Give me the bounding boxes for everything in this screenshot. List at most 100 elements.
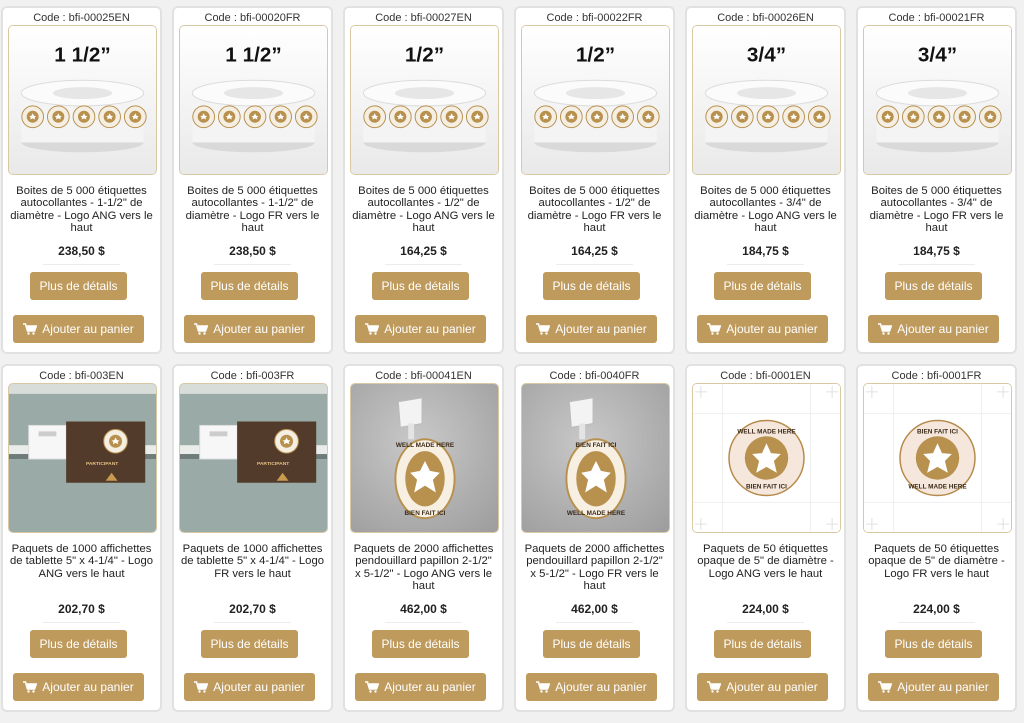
details-button[interactable]: Plus de détails — [30, 630, 127, 658]
product-code: Code : bfi-00020FR — [204, 12, 301, 24]
product-title[interactable]: Boites de 5 000 étiquettes autocollantes… — [9, 185, 154, 235]
product-code: Code : bfi-00026EN — [717, 12, 814, 24]
product-price: 224,00 $ — [742, 602, 789, 616]
product-price: 462,00 $ — [571, 602, 618, 616]
product-code: Code : bfi-00025EN — [33, 12, 130, 24]
add-to-cart-label: Ajouter au panier — [384, 680, 476, 694]
roll-size-label: 1/2” — [576, 44, 615, 67]
product-image[interactable]: 1/2” — [521, 25, 670, 175]
product-image[interactable]: 1/2” — [350, 25, 499, 175]
details-button[interactable]: Plus de détails — [885, 630, 982, 658]
details-button[interactable]: Plus de détails — [372, 272, 469, 300]
product-card: Code : bfi-00041EN WELL MADE HERE BIEN FA… — [343, 364, 504, 712]
product-title[interactable]: Boites de 5 000 étiquettes autocollantes… — [522, 185, 667, 235]
divider — [727, 622, 804, 623]
cart-icon — [365, 323, 380, 335]
divider — [214, 264, 291, 265]
add-to-cart-button[interactable]: Ajouter au panier — [697, 673, 828, 701]
product-code: Code : bfi-00041EN — [375, 370, 472, 382]
product-title[interactable]: Boites de 5 000 étiquettes autocollantes… — [351, 185, 496, 235]
cart-icon — [23, 681, 38, 693]
add-to-cart-label: Ajouter au panier — [897, 680, 989, 694]
product-price: 164,25 $ — [400, 244, 447, 258]
details-button[interactable]: Plus de détails — [201, 272, 298, 300]
product-image[interactable]: PARTICIPANT — [8, 383, 157, 533]
product-card: Code : bfi-0040FR BIEN FAIT ICI WELL MADE… — [514, 364, 675, 712]
details-button[interactable]: Plus de détails — [201, 630, 298, 658]
product-price: 238,50 $ — [58, 244, 105, 258]
product-image[interactable]: 1 1/2” — [8, 25, 157, 175]
divider — [43, 622, 120, 623]
divider — [43, 264, 120, 265]
product-price: 184,75 $ — [742, 244, 789, 258]
add-to-cart-button[interactable]: Ajouter au panier — [868, 315, 999, 343]
product-title[interactable]: Paquets de 1000 affichettes de tablette … — [9, 543, 154, 580]
details-button[interactable]: Plus de détails — [543, 630, 640, 658]
product-card: Code : bfi-0001EN WELL MADE HERE BIEN FAI… — [685, 364, 846, 712]
cart-icon — [536, 323, 551, 335]
product-title[interactable]: Paquets de 50 étiquettes opaque de 5" de… — [864, 543, 1009, 580]
product-image[interactable]: PARTICIPANT — [179, 383, 328, 533]
add-to-cart-label: Ajouter au panier — [726, 680, 818, 694]
product-title[interactable]: Boites de 5 000 étiquettes autocollantes… — [693, 185, 838, 235]
add-to-cart-button[interactable]: Ajouter au panier — [697, 315, 828, 343]
add-to-cart-button[interactable]: Ajouter au panier — [355, 315, 486, 343]
wobbler-top-text: WELL MADE HERE — [396, 442, 455, 449]
product-title[interactable]: Boites de 5 000 étiquettes autocollantes… — [864, 185, 1009, 235]
product-code: Code : bfi-00021FR — [888, 12, 985, 24]
product-image[interactable]: WELL MADE HERE BIEN FAIT ICI — [692, 383, 841, 533]
product-title[interactable]: Boites de 5 000 étiquettes autocollantes… — [180, 185, 325, 235]
product-code: Code : bfi-0001EN — [720, 370, 811, 382]
product-title[interactable]: Paquets de 2000 affichettes pendouillard… — [351, 543, 496, 593]
add-to-cart-button[interactable]: Ajouter au panier — [355, 673, 486, 701]
product-title[interactable]: Paquets de 2000 affichettes pendouillard… — [522, 543, 667, 593]
details-button[interactable]: Plus de détails — [885, 272, 982, 300]
product-title[interactable]: Paquets de 50 étiquettes opaque de 5" de… — [693, 543, 838, 580]
shelf-tag-text: PARTICIPANT — [86, 461, 118, 467]
divider — [727, 264, 804, 265]
product-image[interactable]: 1 1/2” — [179, 25, 328, 175]
product-card: Code : bfi-003FR PARTICIPANT Paquets de … — [172, 364, 333, 712]
add-to-cart-button[interactable]: Ajouter au panier — [13, 673, 144, 701]
add-to-cart-button[interactable]: Ajouter au panier — [526, 315, 657, 343]
details-button[interactable]: Plus de détails — [714, 272, 811, 300]
product-image[interactable]: 3/4” — [692, 25, 841, 175]
add-to-cart-button[interactable]: Ajouter au panier — [13, 315, 144, 343]
product-title[interactable]: Paquets de 1000 affichettes de tablette … — [180, 543, 325, 580]
product-card: Code : bfi-00027EN 1/2” Boites de 5 000 … — [343, 6, 504, 354]
product-image[interactable]: 3/4” — [863, 25, 1012, 175]
product-price: 202,70 $ — [58, 602, 105, 616]
sticker-top-text: WELL MADE HERE — [737, 428, 796, 435]
add-to-cart-label: Ajouter au panier — [726, 322, 818, 336]
product-image[interactable]: BIEN FAIT ICI WELL MADE HERE — [521, 383, 670, 533]
add-to-cart-label: Ajouter au panier — [384, 322, 476, 336]
add-to-cart-label: Ajouter au panier — [42, 680, 134, 694]
product-price: 224,00 $ — [913, 602, 960, 616]
sticker-bottom-text: BIEN FAIT ICI — [746, 484, 787, 491]
cart-icon — [194, 681, 209, 693]
details-button[interactable]: Plus de détails — [372, 630, 469, 658]
roll-size-label: 3/4” — [747, 44, 786, 67]
product-card: Code : bfi-00026EN 3/4” Boites de 5 000 … — [685, 6, 846, 354]
cart-icon — [707, 681, 722, 693]
divider — [385, 264, 462, 265]
product-price: 164,25 $ — [571, 244, 618, 258]
product-image[interactable]: BIEN FAIT ICI WELL MADE HERE — [863, 383, 1012, 533]
roll-size-label: 1 1/2” — [225, 44, 281, 67]
cart-icon — [878, 323, 893, 335]
add-to-cart-button[interactable]: Ajouter au panier — [184, 315, 315, 343]
product-code: Code : bfi-00022FR — [546, 12, 643, 24]
sticker-top-text: BIEN FAIT ICI — [917, 428, 958, 435]
details-button[interactable]: Plus de détails — [714, 630, 811, 658]
add-to-cart-button[interactable]: Ajouter au panier — [526, 673, 657, 701]
product-image[interactable]: WELL MADE HERE BIEN FAIT ICI — [350, 383, 499, 533]
cart-icon — [707, 323, 722, 335]
add-to-cart-label: Ajouter au panier — [555, 322, 647, 336]
divider — [214, 622, 291, 623]
add-to-cart-button[interactable]: Ajouter au panier — [184, 673, 315, 701]
details-button[interactable]: Plus de détails — [543, 272, 640, 300]
details-button[interactable]: Plus de détails — [30, 272, 127, 300]
add-to-cart-button[interactable]: Ajouter au panier — [868, 673, 999, 701]
cart-icon — [365, 681, 380, 693]
add-to-cart-label: Ajouter au panier — [42, 322, 134, 336]
